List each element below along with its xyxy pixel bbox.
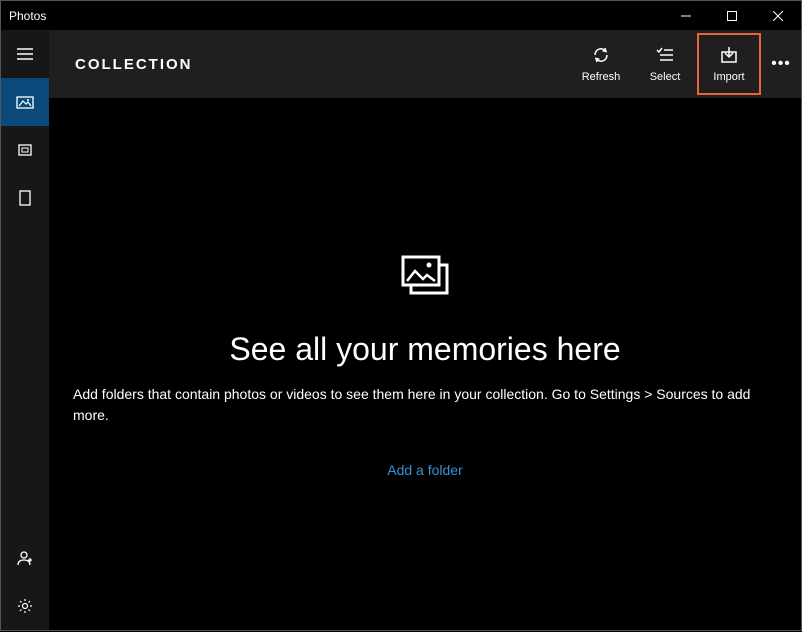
select-button[interactable]: Select — [633, 33, 697, 95]
maximize-button[interactable] — [709, 1, 755, 31]
sidebar-item-collection[interactable] — [1, 78, 49, 126]
header: COLLECTION Refresh Select Import ••• — [49, 30, 801, 98]
close-icon — [773, 11, 783, 21]
empty-description: Add folders that contain photos or video… — [49, 384, 801, 426]
more-button[interactable]: ••• — [761, 33, 801, 95]
people-icon — [16, 549, 34, 567]
add-folder-link[interactable]: Add a folder — [387, 462, 463, 478]
photos-stack-icon — [399, 253, 451, 305]
select-label: Select — [650, 71, 681, 83]
select-icon — [655, 45, 675, 65]
sidebar-item-people[interactable] — [1, 534, 49, 582]
hamburger-icon — [16, 45, 34, 63]
empty-state: See all your memories here Add folders t… — [49, 98, 801, 630]
hamburger-button[interactable] — [1, 30, 49, 78]
collection-icon — [16, 93, 34, 111]
refresh-label: Refresh — [582, 71, 621, 83]
maximize-icon — [727, 11, 737, 21]
refresh-button[interactable]: Refresh — [569, 33, 633, 95]
refresh-icon — [591, 45, 611, 65]
titlebar: Photos — [0, 0, 802, 30]
sidebar-item-settings[interactable] — [1, 582, 49, 630]
ellipsis-icon: ••• — [771, 55, 791, 73]
folders-icon — [16, 189, 34, 207]
import-label: Import — [713, 71, 744, 83]
close-button[interactable] — [755, 1, 801, 31]
minimize-button[interactable] — [663, 1, 709, 31]
import-icon — [719, 45, 739, 65]
page-title: COLLECTION — [75, 56, 569, 73]
albums-icon — [16, 141, 34, 159]
empty-heading: See all your memories here — [229, 331, 620, 368]
sidebar-spacer — [1, 222, 49, 534]
window-title: Photos — [9, 9, 663, 23]
empty-state-icon — [399, 253, 451, 305]
import-button[interactable]: Import — [697, 33, 761, 95]
minimize-icon — [681, 11, 691, 21]
sidebar-item-folders[interactable] — [1, 174, 49, 222]
app-body: COLLECTION Refresh Select Import ••• — [0, 30, 802, 631]
gear-icon — [16, 597, 34, 615]
main-content: COLLECTION Refresh Select Import ••• — [49, 30, 801, 630]
sidebar-item-albums[interactable] — [1, 126, 49, 174]
sidebar — [1, 30, 49, 630]
